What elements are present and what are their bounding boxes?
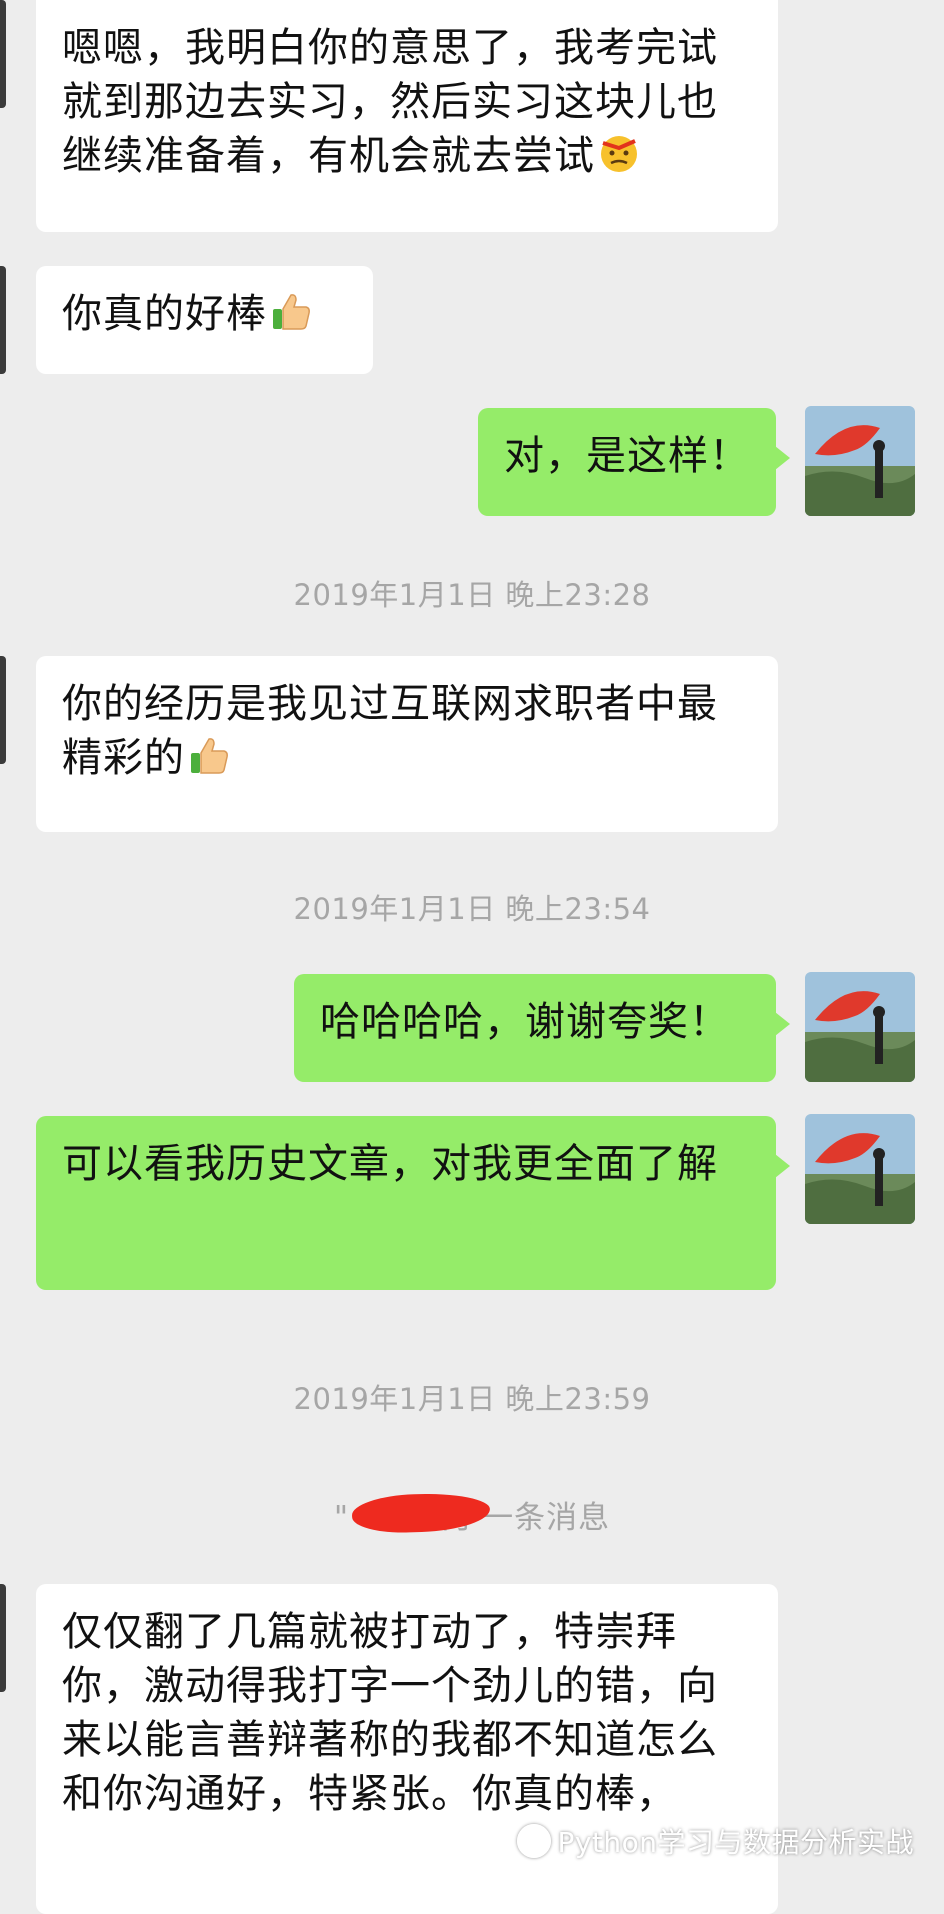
message-bubble-outgoing[interactable]: 可以看我历史文章，对我更全面了解: [36, 1116, 790, 1290]
contact-avatar[interactable]: [0, 0, 6, 108]
thumbs-up-emoji: [187, 733, 231, 791]
watermark: Python学习与数据分析实战: [517, 1821, 914, 1861]
message-text: 对，是这样！: [504, 433, 750, 479]
watermark-text: Python学习与数据分析实战: [557, 1826, 914, 1859]
message-bubble-incoming[interactable]: 你的经历是我见过互联网求职者中最精彩的: [36, 656, 778, 832]
thumbs-up-emoji: [269, 289, 313, 347]
contact-avatar[interactable]: [0, 266, 6, 374]
message-text: 可以看我历史文章，对我更全面了解: [62, 1141, 718, 1187]
contact-avatar[interactable]: [0, 656, 6, 764]
message-text: 你的经历是我见过互联网求职者中最精彩的: [62, 681, 718, 781]
user-avatar[interactable]: [805, 972, 915, 1082]
message-text: 你真的好棒: [62, 291, 267, 337]
message-bubble-incoming[interactable]: 你真的好棒: [36, 266, 373, 374]
message-bubble-incoming[interactable]: 仅仅翻了几篇就被打动了，特崇拜你，激动得我打字一个劲儿的错，向来以能言善辩著称的…: [36, 1584, 778, 1914]
chat-area[interactable]: 嗯嗯，我明白你的意思了，我考完试就到那边去实习，然后实习这块儿也继续准备着，有机…: [0, 0, 944, 1914]
contact-avatar[interactable]: [0, 1584, 6, 1692]
user-avatar[interactable]: [805, 1114, 915, 1224]
message-bubble-outgoing[interactable]: 对，是这样！: [478, 408, 790, 516]
wechat-icon: [517, 1824, 552, 1858]
user-avatar[interactable]: [805, 406, 915, 516]
timestamp: 2019年1月1日 晚上23:28: [293, 578, 651, 612]
timestamp: 2019年1月1日 晚上23:54: [293, 892, 651, 926]
frustrated-face-emoji: [597, 131, 641, 189]
message-text: 仅仅翻了几篇就被打动了，特崇拜你，激动得我打字一个劲儿的错，向来以能言善辩著称的…: [62, 1609, 718, 1817]
timestamp: 2019年1月1日 晚上23:59: [293, 1382, 651, 1416]
message-text: 哈哈哈哈，谢谢夸奖！: [320, 999, 730, 1045]
recall-notice: " " 撤回了一条消息: [0, 1491, 944, 1537]
message-bubble-incoming[interactable]: 嗯嗯，我明白你的意思了，我考完试就到那边去实习，然后实习这块儿也继续准备着，有机…: [36, 0, 778, 232]
message-bubble-outgoing[interactable]: 哈哈哈哈，谢谢夸奖！: [294, 974, 790, 1082]
